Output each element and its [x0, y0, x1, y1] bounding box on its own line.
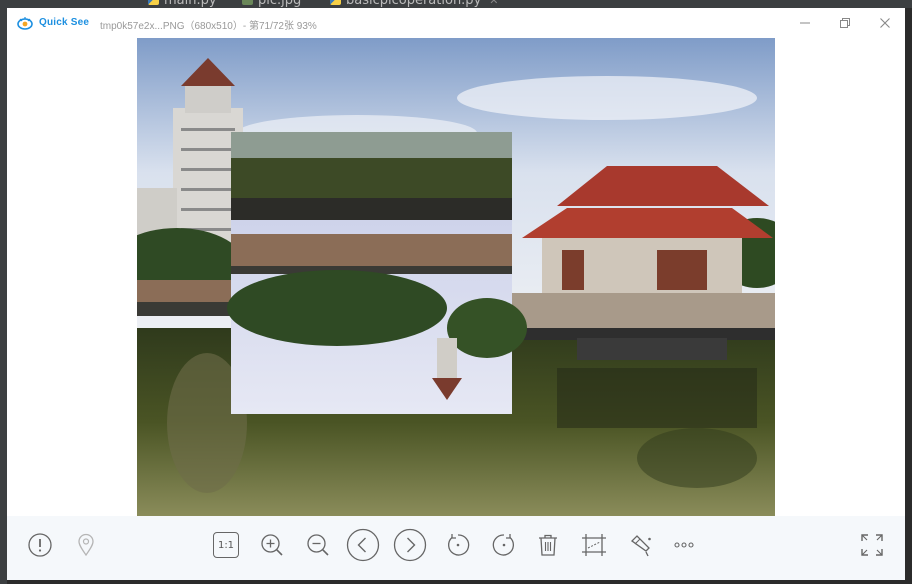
fullscreen-icon [861, 534, 883, 556]
rotate-left-icon [448, 534, 470, 556]
restore-button[interactable] [834, 13, 856, 33]
displayed-photo [137, 38, 775, 516]
fullscreen-button[interactable] [855, 528, 889, 562]
location-button[interactable] [69, 528, 103, 562]
next-image-button[interactable] [393, 528, 427, 562]
actual-size-icon: 1:1 [213, 532, 239, 558]
minimize-button[interactable] [794, 13, 816, 33]
zoom-out-button[interactable] [301, 528, 335, 562]
ide-tab-main[interactable]: main.py [148, 0, 217, 8]
quick-see-logo-icon [17, 17, 33, 30]
previous-image-button[interactable] [346, 528, 380, 562]
delete-icon [539, 534, 557, 556]
close-icon [880, 18, 890, 28]
zoom-out-icon [307, 534, 329, 556]
ide-tab-pic[interactable]: pic.jpg [242, 0, 301, 8]
crop-icon [582, 534, 606, 556]
python-file-icon [330, 0, 341, 5]
minimize-icon [800, 22, 810, 24]
info-icon [28, 533, 52, 557]
rotate-right-button[interactable] [487, 528, 521, 562]
previous-icon [346, 528, 380, 562]
rotate-left-button[interactable] [441, 528, 475, 562]
image-file-icon [242, 0, 253, 5]
flipped-inset-region [227, 132, 527, 414]
image-viewer-window: Quick See tmp0k57e2x...PNG（680x510）- 第71… [7, 8, 905, 580]
delete-button[interactable] [531, 528, 565, 562]
edit-icon [630, 535, 651, 557]
title-bar[interactable]: Quick See tmp0k57e2x...PNG（680x510）- 第71… [7, 8, 905, 38]
more-button[interactable] [667, 528, 701, 562]
python-file-icon [148, 0, 159, 5]
bottom-toolbar: 1:1 [7, 516, 905, 580]
ide-tab-basicpicoperation[interactable]: basicpicoperation.py ✕ [330, 0, 498, 8]
image-canvas[interactable] [137, 38, 775, 516]
crop-button[interactable] [577, 528, 611, 562]
info-button[interactable] [23, 528, 57, 562]
ide-tab-strip: main.py pic.jpg basicpicoperation.py ✕ [0, 0, 912, 8]
actual-size-label: 1:1 [217, 539, 235, 551]
app-name: Quick See [39, 17, 90, 28]
location-icon [78, 533, 94, 557]
more-icon [674, 542, 694, 548]
zoom-in-button[interactable] [255, 528, 289, 562]
zoom-in-icon [261, 534, 283, 556]
actual-size-button[interactable]: 1:1 [209, 528, 243, 562]
ide-background-edge [0, 0, 7, 584]
rotate-right-icon [492, 534, 514, 556]
edit-button[interactable] [623, 528, 657, 562]
file-info: tmp0k57e2x...PNG（680x510）- 第71/72张 93% [100, 21, 317, 32]
close-tab-icon[interactable]: ✕ [489, 0, 498, 7]
next-icon [393, 528, 427, 562]
restore-icon [840, 18, 850, 28]
close-button[interactable] [874, 13, 896, 33]
